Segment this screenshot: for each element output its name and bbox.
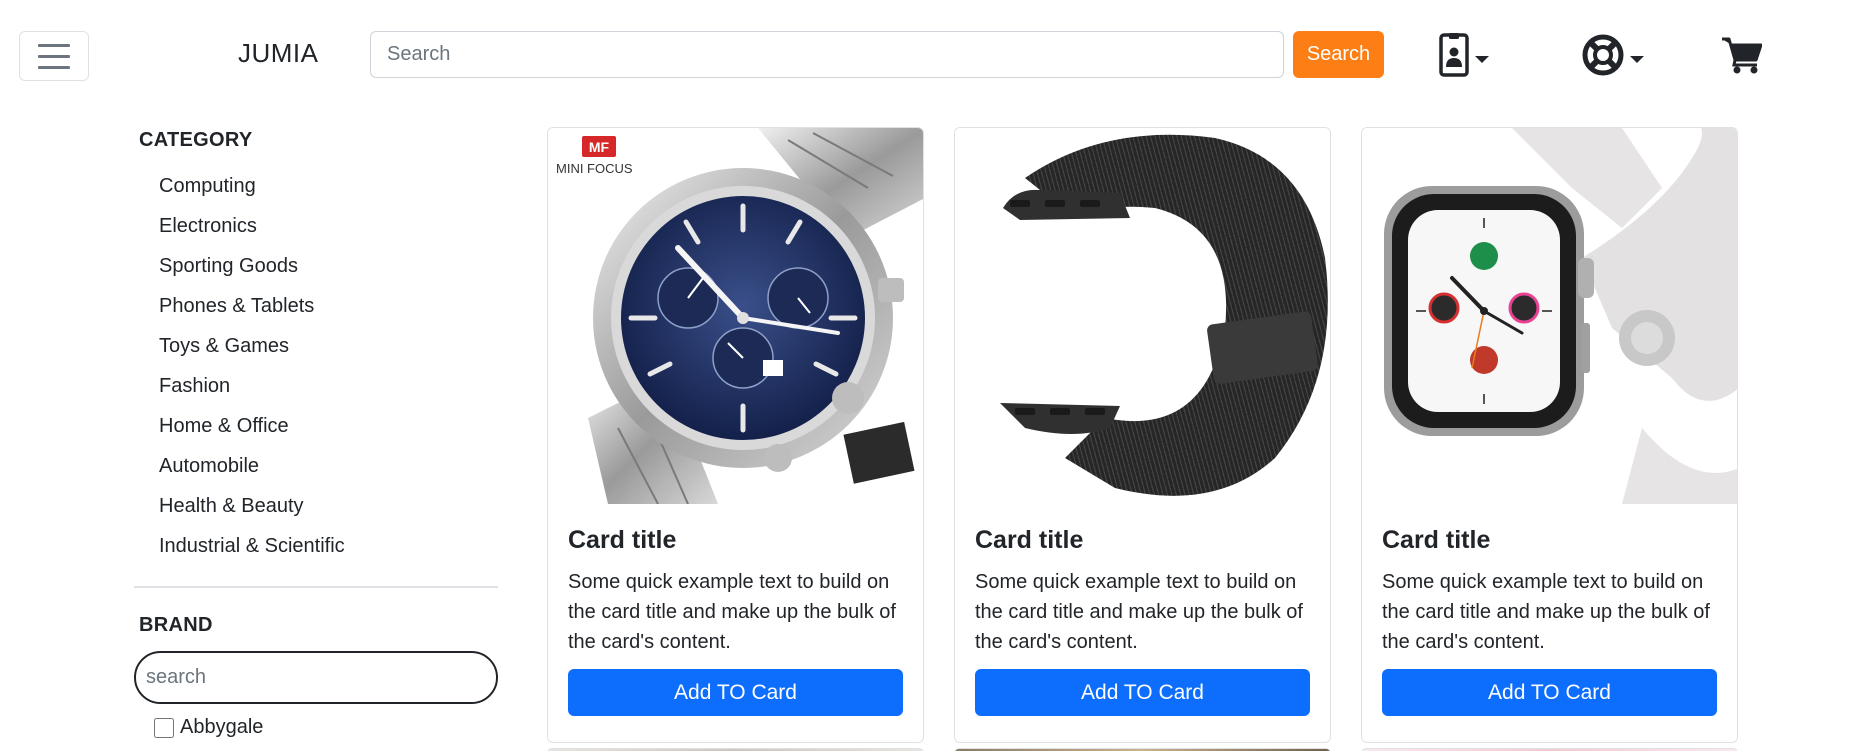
brand-checkbox[interactable] [154, 717, 174, 738]
sidebar-divider [134, 586, 498, 588]
account-dropdown[interactable] [1439, 32, 1489, 78]
brand-label: Abbygale [180, 716, 264, 738]
search-button[interactable]: Search [1293, 31, 1384, 78]
category-item-automobile[interactable]: Automobile [159, 446, 498, 486]
card-title: Card title [568, 526, 677, 554]
help-dropdown[interactable] [1582, 32, 1644, 78]
category-item-industrial-scientific[interactable]: Industrial & Scientific [159, 526, 498, 566]
category-item-phones-tablets[interactable]: Phones & Tablets [159, 286, 498, 326]
cart-icon [1722, 37, 1763, 74]
id-card-icon [1439, 33, 1469, 77]
product-image-mesh-band[interactable] [955, 128, 1331, 504]
card-text: Some quick example text to build on the … [568, 571, 896, 653]
brand-heading: BRAND [139, 614, 213, 636]
hamburger-icon [38, 43, 70, 47]
card-text: Some quick example text to build on the … [1382, 571, 1710, 653]
add-to-card-button[interactable]: Add TO Card [975, 669, 1310, 716]
card-body: Card title Some quick example text to bu… [1362, 526, 1737, 716]
product-image-smart-watch[interactable] [1362, 128, 1738, 504]
card-title: Card title [1382, 526, 1491, 554]
add-to-card-button[interactable]: Add TO Card [1382, 669, 1717, 716]
search-input[interactable] [370, 31, 1284, 78]
category-list: Computing Electronics Sporting Goods Pho… [134, 166, 498, 566]
card-text: Some quick example text to build on the … [975, 571, 1303, 653]
brand-search-input[interactable] [134, 651, 498, 704]
category-item-home-office[interactable]: Home & Office [159, 406, 498, 446]
filter-sidebar: CATEGORY Computing Electronics Sporting … [134, 112, 498, 739]
product-card: Card title Some quick example text to bu… [954, 127, 1331, 743]
product-card: MF MINI FOCUS Card title Some quick exam… [547, 127, 924, 743]
cart-button[interactable] [1722, 36, 1763, 79]
category-item-toys-games[interactable]: Toys & Games [159, 326, 498, 366]
category-item-health-beauty[interactable]: Health & Beauty [159, 486, 498, 526]
category-item-sporting-goods[interactable]: Sporting Goods [159, 246, 498, 286]
card-title: Card title [975, 526, 1084, 554]
chevron-down-icon [1475, 55, 1489, 63]
brand-logo[interactable]: JUMIA [238, 38, 319, 69]
category-item-fashion[interactable]: Fashion [159, 366, 498, 406]
add-to-card-button[interactable]: Add TO Card [568, 669, 903, 716]
category-item-electronics[interactable]: Electronics [159, 206, 498, 246]
chevron-down-icon [1630, 55, 1644, 63]
product-card: Card title Some quick example text to bu… [1361, 127, 1738, 743]
category-item-computing[interactable]: Computing [159, 166, 498, 206]
category-heading: CATEGORY [139, 129, 253, 151]
life-ring-icon [1582, 34, 1624, 76]
card-body: Card title Some quick example text to bu… [548, 526, 923, 716]
brand-filter-item[interactable]: Abbygale [154, 716, 498, 739]
navbar: JUMIA Search [0, 0, 1855, 112]
brand-logo-badge: MF [589, 139, 610, 155]
brand-logo-text: MINI FOCUS [556, 161, 633, 176]
product-image-chronograph-watch[interactable]: MF MINI FOCUS [548, 128, 924, 504]
card-body: Card title Some quick example text to bu… [955, 526, 1330, 716]
menu-toggle-button[interactable] [19, 31, 89, 81]
